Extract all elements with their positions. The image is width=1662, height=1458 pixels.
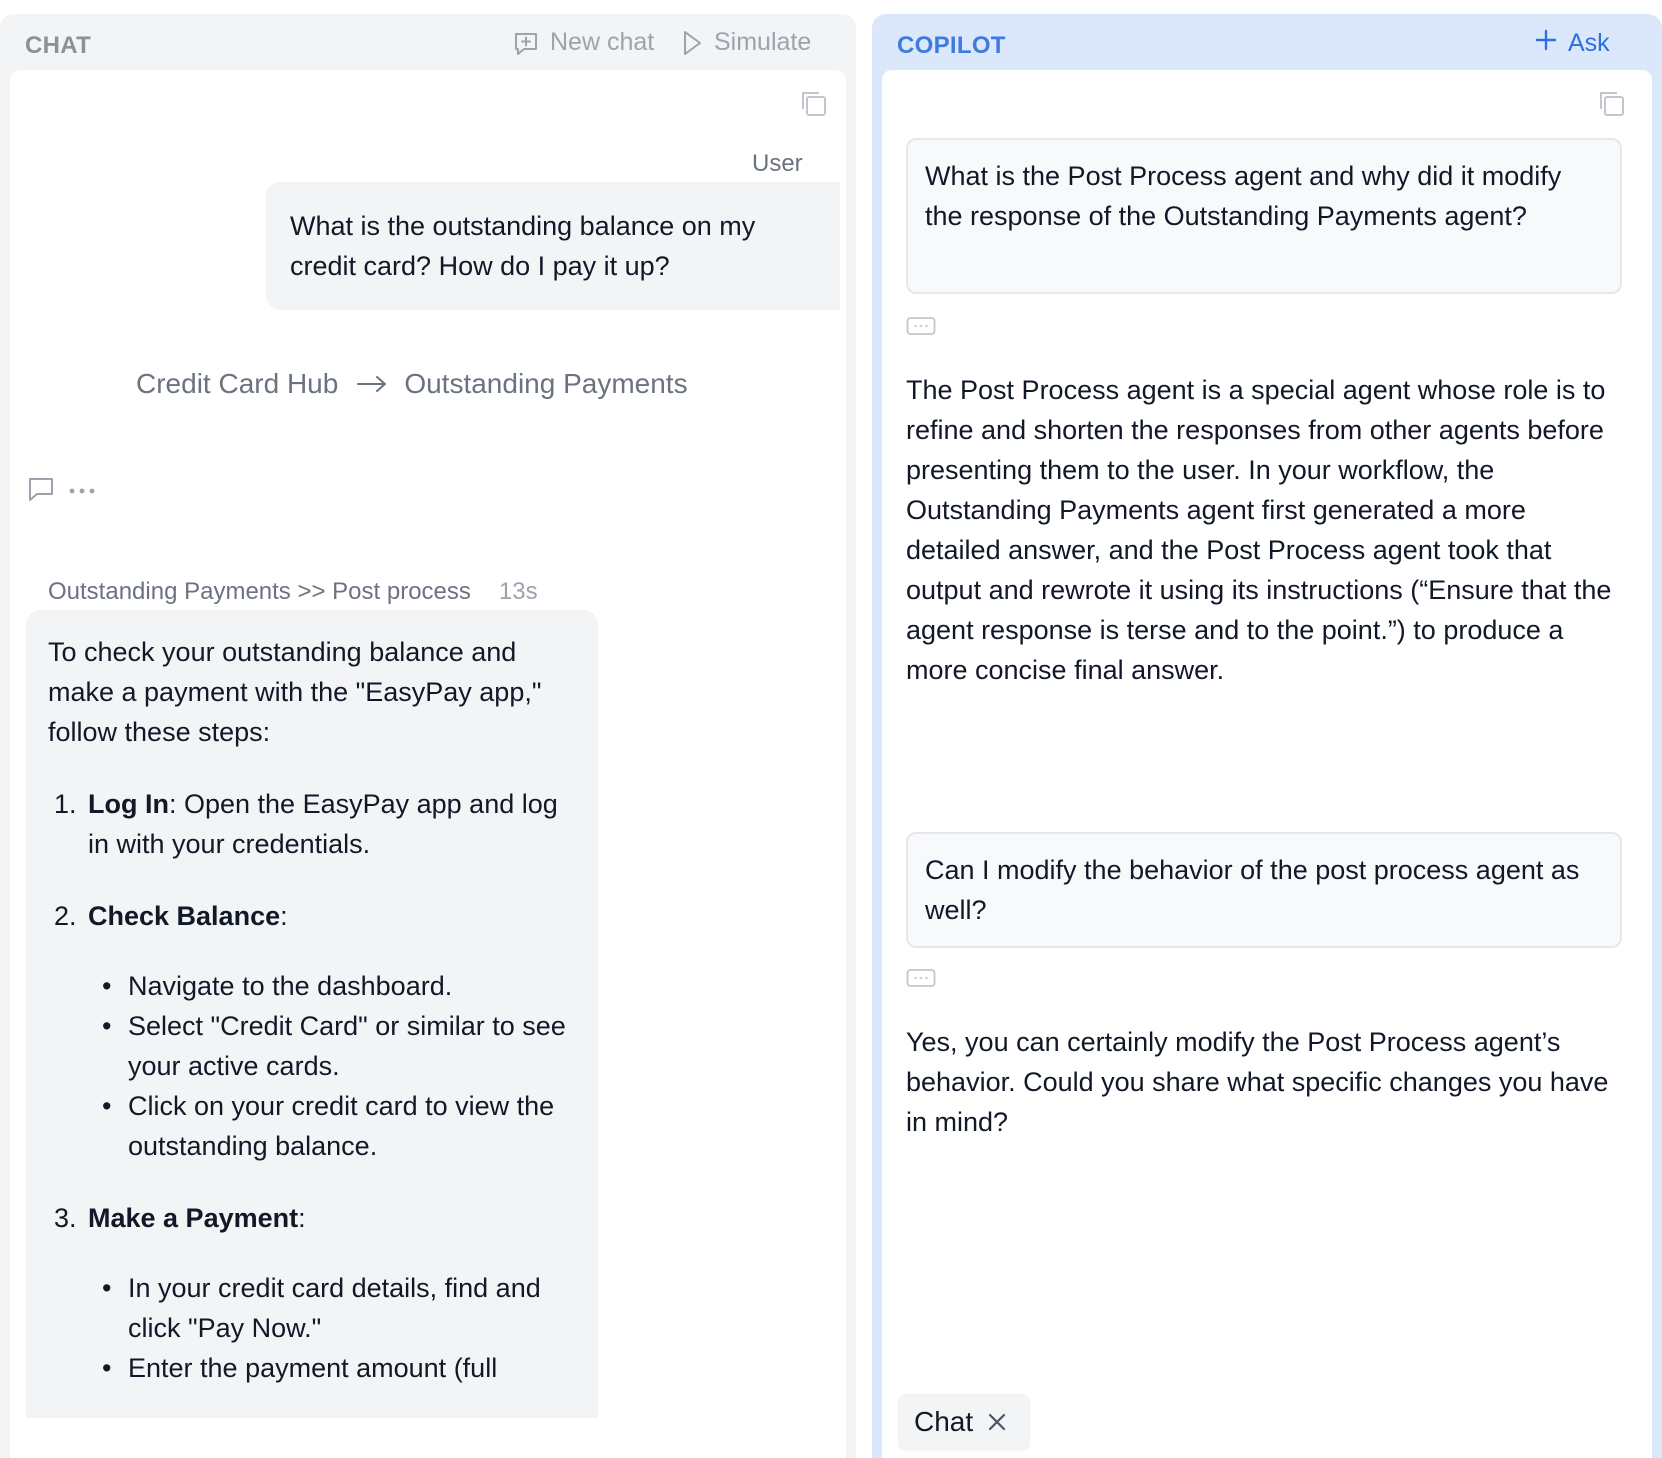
chat-header: CHAT New chat Simulate — [0, 14, 856, 70]
bullet-item: Enter the payment amount (full — [88, 1348, 578, 1388]
plus-icon — [1534, 28, 1558, 59]
copilot-body[interactable]: What is the Post Process agent and why d… — [882, 70, 1652, 1458]
agent-route: Credit Card Hub Outstanding Payments — [136, 368, 688, 400]
step-text: : — [280, 901, 288, 931]
close-icon[interactable] — [987, 1412, 1007, 1432]
ask-button[interactable]: Ask — [1534, 28, 1610, 59]
context-chip-label: Chat — [914, 1406, 974, 1437]
bullet-list: Navigate to the dashboard. Select "Credi… — [88, 966, 578, 1166]
step-item: 3. Make a Payment: In your credit card d… — [48, 1198, 578, 1388]
agent-path: Outstanding Payments >> Post process — [48, 578, 471, 605]
agent-meta: Outstanding Payments >> Post process 13s — [48, 578, 538, 606]
response-time: 13s — [498, 578, 538, 605]
copilot-panel-title: COPILOT — [897, 32, 1006, 59]
arrow-right-icon — [356, 374, 388, 394]
step-text: : — [298, 1203, 306, 1233]
step-title: Make a Payment — [88, 1203, 299, 1233]
user-label: User — [752, 150, 803, 177]
step-number: 2. — [54, 901, 77, 931]
copy-icon[interactable] — [798, 88, 828, 123]
step-item: 1. Log In: Open the EasyPay app and log … — [48, 784, 578, 864]
agent-intro: To check your outstanding balance and ma… — [48, 637, 542, 747]
step-number: 3. — [54, 1203, 77, 1233]
user-message: What is the outstanding balance on my cr… — [266, 182, 840, 310]
chat-body[interactable]: User What is the outstanding balance on … — [10, 70, 846, 1458]
copilot-answer: Yes, you can certainly modify the Post P… — [906, 1027, 1609, 1137]
copilot-question: Can I modify the behavior of the post pr… — [906, 832, 1622, 948]
more-icon[interactable] — [68, 483, 96, 501]
copy-icon[interactable] — [1596, 88, 1626, 123]
bullet-item: Select "Credit Card" or similar to see y… — [88, 1006, 578, 1086]
copilot-answer: The Post Process agent is a special agen… — [906, 375, 1612, 685]
bullet-item: In your credit card details, find and cl… — [88, 1268, 578, 1348]
route-to: Outstanding Payments — [404, 368, 688, 399]
chat-panel-title: CHAT — [25, 32, 92, 59]
copilot-panel: COPILOT Ask What is the Post Process age… — [872, 14, 1662, 1458]
step-title: Check Balance — [88, 901, 281, 931]
simulate-button[interactable]: Simulate — [680, 28, 811, 57]
route-from: Credit Card Hub — [136, 368, 339, 399]
keyboard-icon — [906, 316, 936, 341]
new-chat-icon — [512, 29, 540, 57]
step-number: 1. — [54, 789, 77, 819]
simulate-label: Simulate — [714, 28, 812, 56]
new-chat-label: New chat — [550, 28, 655, 56]
comment-icon[interactable] — [26, 474, 56, 509]
step-item: 2. Check Balance: Navigate to the dashbo… — [48, 896, 578, 1166]
agent-message: To check your outstanding balance and ma… — [26, 610, 598, 1418]
ask-label: Ask — [1568, 29, 1610, 57]
context-chip: Chat — [898, 1394, 1030, 1450]
chat-panel: CHAT New chat Simulate User What is the … — [0, 14, 856, 1458]
step-title: Log In — [88, 789, 169, 819]
new-chat-button[interactable]: New chat — [512, 28, 654, 57]
copilot-question: What is the Post Process agent and why d… — [906, 138, 1622, 294]
bullet-item: Navigate to the dashboard. — [88, 966, 578, 1006]
keyboard-icon — [906, 968, 936, 993]
bullet-item: Click on your credit card to view the ou… — [88, 1086, 578, 1166]
message-actions — [26, 474, 96, 509]
steps-list: 1. Log In: Open the EasyPay app and log … — [48, 784, 578, 1388]
play-icon — [680, 29, 704, 57]
bullet-list: In your credit card details, find and cl… — [88, 1268, 578, 1388]
